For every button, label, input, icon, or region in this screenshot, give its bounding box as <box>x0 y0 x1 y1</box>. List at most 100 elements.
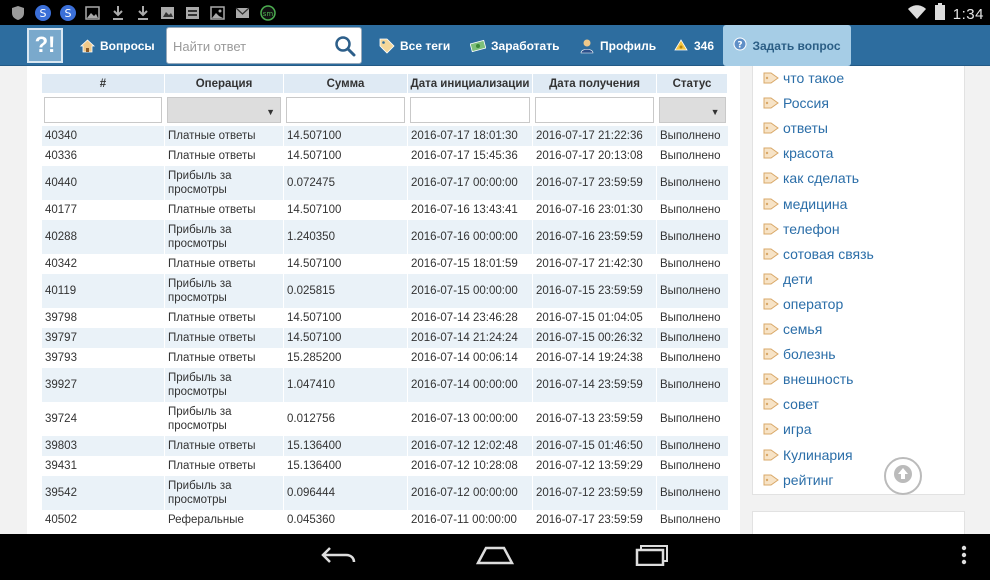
table-row[interactable]: 39431 Платные ответы 15.136400 2016-07-12 1… <box>41 456 728 476</box>
cell-operation: Платные ответы <box>164 126 284 146</box>
tag-link[interactable]: игра <box>763 419 812 439</box>
table-row[interactable]: 39542 Прибыль за просмотры 0.096444 2016-07… <box>41 476 728 510</box>
ask-question-button[interactable]: ? Задать вопрос <box>723 25 851 66</box>
tag-label: телефон <box>783 220 840 237</box>
cell-status: Выполнено <box>656 146 728 166</box>
tag-link[interactable]: дети <box>763 269 813 289</box>
table-row[interactable]: 40342 Платные ответы 14.507100 2016-07-15 1… <box>41 254 728 274</box>
site-logo[interactable]: ?! <box>27 28 63 63</box>
table-row[interactable]: 40502 Реферальные 0.045360 2016-07-11 00:00… <box>41 510 728 530</box>
tag-icon <box>763 472 779 488</box>
table-row[interactable]: 39927 Прибыль за просмотры 1.047410 2016-07… <box>41 368 728 402</box>
back-button[interactable] <box>318 542 358 572</box>
cell-sum: 0.025815 <box>283 274 408 308</box>
download-icon-2 <box>133 3 152 22</box>
column-header[interactable]: Статус <box>656 73 728 94</box>
tag-link[interactable]: как сделать <box>763 168 859 188</box>
tag-link[interactable]: ответы <box>763 118 828 138</box>
tag-link[interactable]: семья <box>763 319 822 339</box>
search-input[interactable] <box>173 36 333 56</box>
filter-init-date-input[interactable] <box>410 97 530 123</box>
tag-link[interactable]: Кулинария <box>763 445 853 465</box>
table-row[interactable]: 40177 Платные ответы 14.507100 2016-07-16 1… <box>41 200 728 220</box>
tag-icon <box>763 346 779 362</box>
tag-link[interactable]: сотовая связь <box>763 244 874 264</box>
tag-link[interactable]: рейтинг <box>763 470 833 490</box>
home-button[interactable] <box>475 542 515 572</box>
cell-sum: 0.072475 <box>283 166 408 200</box>
nav-all-tags[interactable]: Все теги <box>379 25 450 66</box>
tag-link[interactable]: телефон <box>763 219 840 239</box>
tag-link[interactable]: медицина <box>763 194 847 214</box>
cell-id: 40342 <box>41 254 165 274</box>
back-icon <box>320 545 356 570</box>
filter-status-select[interactable]: ▼ <box>659 97 726 123</box>
tag-icon <box>763 170 779 186</box>
cell-init-date: 2016-07-17 15:45:36 <box>407 146 533 166</box>
svg-text:S: S <box>39 7 46 20</box>
tag-label: семья <box>783 321 823 337</box>
coin-icon <box>673 38 689 54</box>
svg-text:?: ? <box>738 41 743 51</box>
column-header[interactable]: Операция <box>164 73 284 94</box>
arrow-up-icon <box>893 464 913 489</box>
table-row[interactable]: 40340 Платные ответы 14.507100 2016-07-17 1… <box>41 126 728 146</box>
column-header[interactable]: Дата инициализации <box>407 73 533 94</box>
table-row[interactable]: 40119 Прибыль за просмотры 0.025815 2016-07… <box>41 274 728 308</box>
cell-recv-date: 2016-07-13 23:59:59 <box>532 402 657 436</box>
cell-id: 40440 <box>41 166 165 200</box>
cell-id: 39542 <box>41 476 165 510</box>
cell-operation: Платные ответы <box>164 456 284 476</box>
table-row[interactable]: 39798 Платные ответы 14.507100 2016-07-14 2… <box>41 308 728 328</box>
tag-label: как сделать <box>783 170 860 187</box>
tag-link[interactable]: что такое <box>763 68 844 88</box>
filter-recv-date-input[interactable] <box>535 97 654 123</box>
column-header[interactable]: Сумма <box>283 73 408 94</box>
notification-icons: S S sm <box>8 3 277 22</box>
wifi-icon <box>907 4 927 25</box>
main-content: # Операция Сумма Дата инициализации Дата… <box>27 66 740 534</box>
table-row[interactable]: 39803 Платные ответы 15.136400 2016-07-12 1… <box>41 436 728 456</box>
nav-earn[interactable]: Заработать <box>470 25 559 66</box>
tag-label: Россия <box>783 95 829 112</box>
cell-recv-date: 2016-07-14 19:24:38 <box>532 348 657 368</box>
table-row[interactable]: 39793 Платные ответы 15.285200 2016-07-14 0… <box>41 348 728 368</box>
table-row[interactable]: 40288 Прибыль за просмотры 1.240350 2016-07… <box>41 220 728 254</box>
tag-link[interactable]: совет <box>763 394 819 414</box>
table-row[interactable]: 39797 Платные ответы 14.507100 2016-07-14 2… <box>41 328 728 348</box>
tag-link[interactable]: внешность <box>763 369 853 389</box>
screen: S S sm 1:34 ?! Вопросы Найти ответ Все т… <box>0 0 990 580</box>
cell-status: Выполнено <box>656 308 728 328</box>
cell-id: 39803 <box>41 436 165 456</box>
column-header[interactable]: Дата получения <box>532 73 657 94</box>
tag-link[interactable]: Россия <box>763 93 829 113</box>
cell-operation: Платные ответы <box>164 146 284 166</box>
tag-link[interactable]: красота <box>763 143 833 163</box>
filter-sum-input[interactable] <box>286 97 405 123</box>
table-row[interactable]: 39724 Прибыль за просмотры 0.012756 2016-07… <box>41 402 728 436</box>
nav-points[interactable]: 346 <box>673 25 714 66</box>
table-row[interactable]: 40440 Прибыль за просмотры 0.072475 2016-07… <box>41 166 728 200</box>
table-row[interactable]: 40336 Платные ответы 14.507100 2016-07-17 1… <box>41 146 728 166</box>
cell-init-date: 2016-07-14 21:24:24 <box>407 328 533 348</box>
filter-operation-select[interactable]: ▼ <box>167 97 281 123</box>
cell-status: Выполнено <box>656 368 728 402</box>
column-header[interactable]: # <box>41 73 165 94</box>
search-icon[interactable] <box>334 35 356 57</box>
user-icon <box>579 38 595 54</box>
overflow-menu-button[interactable] <box>944 542 984 572</box>
tag-link[interactable]: болезнь <box>763 344 836 364</box>
nav-questions[interactable]: Вопросы <box>79 25 155 66</box>
cell-recv-date: 2016-07-15 23:59:59 <box>532 274 657 308</box>
tag-label: Кулинария <box>783 446 853 463</box>
sync-icon: S <box>33 3 52 22</box>
nav-profile[interactable]: Профиль <box>579 25 656 66</box>
filter-id-input[interactable] <box>44 97 162 123</box>
tag-link[interactable]: оператор <box>763 294 843 314</box>
tag-label: медицина <box>783 195 848 212</box>
recents-button[interactable] <box>632 542 672 572</box>
scroll-to-top-button[interactable] <box>884 457 922 495</box>
cell-status: Выполнено <box>656 456 728 476</box>
cell-sum: 14.507100 <box>283 200 408 220</box>
search-box <box>166 27 362 64</box>
